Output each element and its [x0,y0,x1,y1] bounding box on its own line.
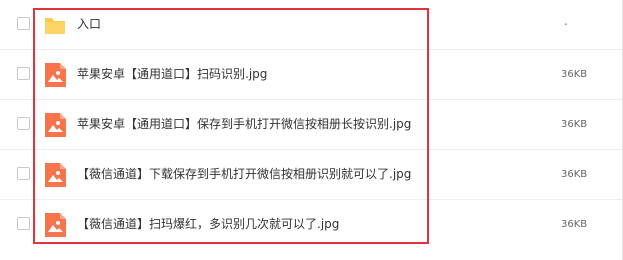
file-name[interactable]: 苹果安卓【通用道口】保存到手机打开微信按相册长按识别.jpg [77,115,411,133]
row-checkbox[interactable] [17,67,30,80]
file-row[interactable]: 【薇信通道】扫玛爆红，多识别几次就可以了.jpg 36KB [0,200,623,250]
file-row-folder[interactable]: 入口 - [0,0,623,50]
file-row[interactable]: 苹果安卓【通用道口】保存到手机打开微信按相册长按识别.jpg 36KB [0,100,623,150]
row-checkbox[interactable] [17,117,30,130]
folder-icon [44,13,66,37]
image-file-icon [44,63,66,87]
row-checkbox[interactable] [17,167,30,180]
file-list: 入口 - 苹果安卓【通用道口】扫码识别.jpg 36KB 苹果安卓【通用道口】保 [0,0,623,260]
file-size: - [564,19,568,30]
row-checkbox[interactable] [17,217,30,230]
image-file-icon [44,113,66,137]
image-file-icon [44,163,66,187]
file-name[interactable]: 【薇信通道】扫玛爆红，多识别几次就可以了.jpg [77,215,339,233]
file-size: 36KB [561,219,588,230]
file-name[interactable]: 苹果安卓【通用道口】扫码识别.jpg [77,65,267,83]
file-size: 36KB [561,69,588,80]
file-name[interactable]: 【薇信通道】下载保存到手机打开微信按相册识别就可以了.jpg [77,165,411,183]
file-size: 36KB [561,169,588,180]
file-size: 36KB [561,119,588,130]
image-file-icon [44,213,66,237]
file-name[interactable]: 入口 [77,15,101,33]
file-row[interactable]: 【薇信通道】下载保存到手机打开微信按相册识别就可以了.jpg 36KB [0,150,623,200]
row-checkbox[interactable] [17,17,30,30]
file-row[interactable]: 苹果安卓【通用道口】扫码识别.jpg 36KB [0,50,623,100]
